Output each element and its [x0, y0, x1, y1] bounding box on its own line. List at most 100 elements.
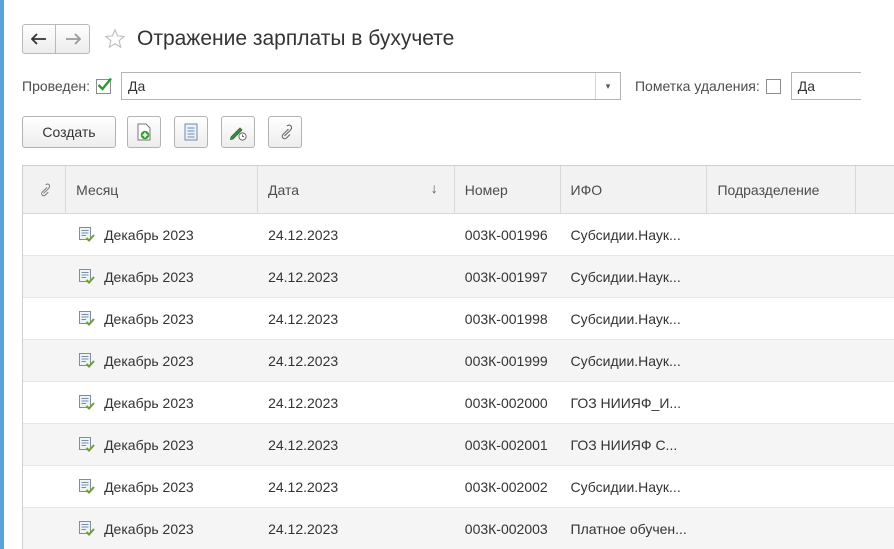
column-header-date-label: Дата	[268, 181, 300, 198]
deletion-mark-value[interactable]: Да	[790, 72, 861, 100]
deletion-mark-checkbox[interactable]	[765, 78, 781, 94]
left-accent-bar	[0, 0, 4, 549]
ifo-cell: Субсидии.Наук...	[570, 478, 681, 495]
posted-document-icon	[79, 521, 95, 536]
table-row[interactable]: Декабрь 2023 24.12.2023 003К-002002 Субсиди…	[23, 466, 894, 508]
ifo-cell: Субсидии.Наук...	[570, 352, 681, 369]
posted-document-icon	[79, 353, 95, 368]
date-cell: 24.12.2023	[268, 436, 339, 453]
forward-button[interactable]	[56, 24, 90, 54]
department-cell	[707, 214, 856, 255]
month-cell: Декабрь 2023	[66, 214, 258, 255]
filter-bar: Проведен: Да ▾ Пометка удаления: Да	[22, 71, 894, 101]
posted-document-icon	[79, 227, 95, 242]
posted-checkbox[interactable]	[95, 77, 112, 94]
posted-value: Да	[127, 78, 146, 94]
documents-table[interactable]: Месяц Дата ↓ Номер ИФО Подразделение Дек…	[22, 165, 894, 549]
column-header-department[interactable]: Подразделение	[707, 166, 857, 213]
attachment-cell	[23, 256, 66, 297]
date-cell: 24.12.2023	[268, 352, 339, 369]
posted-document-icon	[79, 311, 95, 326]
attachment-cell	[23, 424, 66, 465]
month-cell: Декабрь 2023	[66, 382, 258, 423]
add-document-button[interactable]	[127, 116, 161, 148]
month-value: Декабрь 2023	[104, 310, 194, 327]
column-header-ifo[interactable]: ИФО	[561, 166, 708, 213]
checkmark-icon	[97, 77, 112, 91]
title-bar: Отражение зарплаты в бухучете	[22, 23, 454, 55]
date-cell: 24.12.2023	[268, 268, 339, 285]
extra-cell	[856, 340, 894, 381]
edit-date-button[interactable]	[221, 116, 255, 148]
extra-cell	[856, 382, 894, 423]
date-cell: 24.12.2023	[268, 226, 339, 243]
sort-descending-icon: ↓	[430, 180, 438, 196]
attachment-cell	[23, 508, 66, 549]
command-bar: Создать	[22, 116, 302, 148]
table-header: Месяц Дата ↓ Номер ИФО Подразделение	[23, 166, 894, 214]
department-cell	[707, 508, 856, 549]
posted-document-icon	[79, 269, 95, 284]
month-value: Декабрь 2023	[104, 478, 194, 495]
column-header-number[interactable]: Номер	[455, 166, 561, 213]
dropdown-arrow-icon[interactable]: ▾	[594, 73, 620, 99]
extra-cell	[856, 424, 894, 465]
table-row[interactable]: Декабрь 2023 24.12.2023 003К-002000 ГОЗ НИИ…	[23, 382, 894, 424]
month-cell: Декабрь 2023	[66, 466, 258, 507]
number-cell: 003К-001996	[464, 226, 548, 243]
date-cell: 24.12.2023	[268, 394, 339, 411]
table-row[interactable]: Декабрь 2023 24.12.2023 003К-002001 ГОЗ НИИ…	[23, 424, 894, 466]
arrow-right-icon	[65, 33, 81, 45]
month-value: Декабрь 2023	[104, 394, 194, 411]
table-row[interactable]: Декабрь 2023 24.12.2023 003К-001997 Субсиди…	[23, 256, 894, 298]
ifo-cell: Субсидии.Наук...	[570, 226, 681, 243]
department-cell	[707, 256, 856, 297]
table-row[interactable]: Декабрь 2023 24.12.2023 003К-002003 Платное…	[23, 508, 894, 549]
number-cell: 003К-002001	[464, 436, 548, 453]
list-button[interactable]	[174, 116, 208, 148]
department-cell	[707, 466, 856, 507]
date-cell: 24.12.2023	[268, 520, 339, 537]
department-cell	[707, 382, 856, 423]
extra-cell	[856, 466, 894, 507]
extra-cell	[856, 256, 894, 297]
posted-filter-label: Проведен:	[22, 78, 90, 94]
month-cell: Декабрь 2023	[66, 424, 258, 465]
arrow-left-icon	[31, 33, 46, 45]
posted-document-icon	[79, 395, 95, 410]
month-cell: Декабрь 2023	[66, 298, 258, 339]
list-icon	[184, 123, 198, 141]
number-cell: 003К-002000	[464, 394, 548, 411]
posted-value-select[interactable]: Да ▾	[120, 72, 621, 100]
attachment-button[interactable]	[268, 116, 302, 148]
month-cell: Декабрь 2023	[66, 340, 258, 381]
department-cell	[707, 340, 856, 381]
number-cell: 003К-001999	[464, 352, 548, 369]
month-cell: Декабрь 2023	[66, 256, 258, 297]
month-value: Декабрь 2023	[104, 352, 194, 369]
column-header-month[interactable]: Месяц	[66, 166, 259, 213]
ifo-cell: Платное обучен...	[570, 520, 687, 537]
attachment-icon	[41, 183, 51, 196]
table-body: Декабрь 2023 24.12.2023 003К-001996 Субсиди…	[23, 214, 894, 549]
table-row[interactable]: Декабрь 2023 24.12.2023 003К-001996 Субсиди…	[23, 214, 894, 256]
month-value: Декабрь 2023	[104, 226, 194, 243]
deletion-mark-label: Пометка удаления:	[634, 78, 760, 94]
number-cell: 003К-002003	[464, 520, 548, 537]
favorite-star-icon[interactable]	[104, 28, 126, 50]
column-header-date[interactable]: Дата ↓	[258, 166, 455, 213]
back-button[interactable]	[22, 24, 56, 54]
create-button[interactable]: Создать	[22, 116, 116, 148]
table-row[interactable]: Декабрь 2023 24.12.2023 003К-001999 Субсиди…	[23, 340, 894, 382]
add-document-icon	[137, 123, 151, 141]
column-header-attachment[interactable]	[23, 166, 67, 213]
attachment-cell	[23, 298, 66, 339]
edit-date-icon	[229, 127, 247, 141]
extra-cell	[856, 214, 894, 255]
ifo-cell: ГОЗ НИИЯФ_И...	[570, 394, 682, 411]
table-row[interactable]: Декабрь 2023 24.12.2023 003К-001998 Субсиди…	[23, 298, 894, 340]
ifo-cell: Субсидии.Наук...	[570, 310, 681, 327]
number-cell: 003К-001997	[464, 268, 548, 285]
department-cell	[707, 424, 856, 465]
date-cell: 24.12.2023	[268, 478, 339, 495]
